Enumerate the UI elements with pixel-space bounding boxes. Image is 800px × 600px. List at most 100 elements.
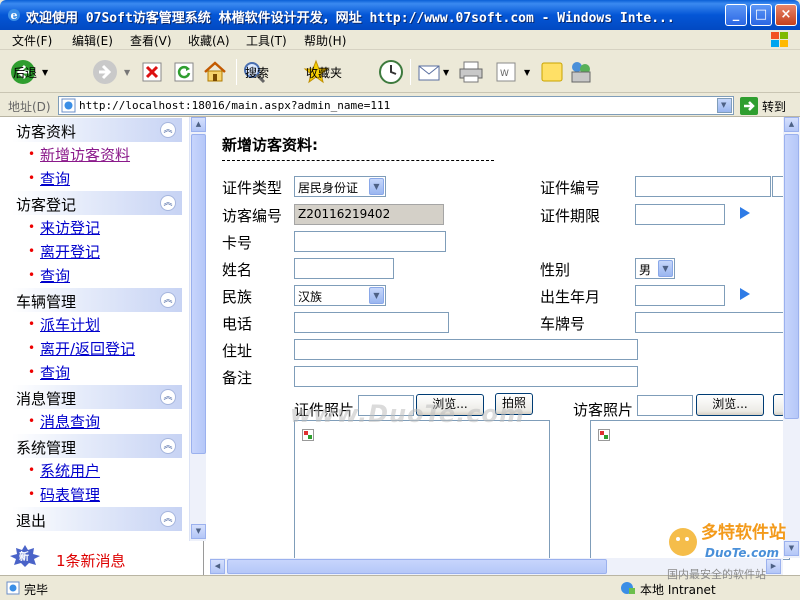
- sidebar-item-label[interactable]: 查询: [40, 265, 70, 286]
- history-button[interactable]: [378, 57, 404, 87]
- go-button[interactable]: 转到: [740, 97, 786, 115]
- sidebar-item-leave-return[interactable]: • 离开/返回登记: [12, 336, 182, 360]
- card-no-input[interactable]: [294, 231, 446, 252]
- sidebar-item-arrival[interactable]: • 来访登记: [12, 215, 182, 239]
- address-field-input[interactable]: [294, 339, 638, 360]
- address-input[interactable]: http://localhost:18016/main.aspx?admin_n…: [58, 96, 734, 115]
- collapse-icon[interactable]: ︽: [160, 438, 176, 454]
- section-title: 访客资料: [16, 123, 77, 141]
- id-no-label: 证件编号: [540, 179, 601, 197]
- mail-button[interactable]: ▼: [417, 57, 449, 87]
- scroll-thumb[interactable]: [191, 134, 206, 454]
- id-expiry-input[interactable]: [635, 204, 725, 225]
- menu-tools[interactable]: 工具(T): [246, 32, 287, 49]
- birth-input[interactable]: [635, 285, 725, 306]
- sidebar-section-vehicles[interactable]: 车辆管理 ︽: [12, 288, 182, 312]
- scroll-up-icon[interactable]: ▲: [191, 117, 206, 132]
- new-message-text[interactable]: 1条新消息: [56, 550, 126, 571]
- minimize-button[interactable]: _: [725, 4, 747, 26]
- remark-input[interactable]: [294, 366, 638, 387]
- sidebar-section-exit[interactable]: 退出 ︽: [12, 507, 182, 531]
- sidebar-item-departure[interactable]: • 离开登记: [12, 239, 182, 263]
- favorites-button[interactable]: 收藏夹: [303, 57, 342, 87]
- scroll-down-icon[interactable]: ▼: [784, 541, 799, 556]
- ethnicity-label: 民族: [222, 288, 253, 306]
- sidebar-item-label[interactable]: 派车计划: [40, 314, 100, 335]
- stop-button[interactable]: [141, 57, 163, 87]
- date-picker-icon[interactable]: [740, 288, 750, 300]
- ethnicity-select[interactable]: 汉族 ▼: [294, 285, 386, 306]
- collapse-icon[interactable]: ︽: [160, 195, 176, 211]
- scroll-down-icon[interactable]: ▼: [191, 524, 206, 539]
- visitor-photo-file-input[interactable]: [637, 395, 693, 416]
- scroll-right-icon[interactable]: ▶: [766, 559, 781, 574]
- menu-edit[interactable]: 编辑(E): [72, 32, 113, 49]
- refresh-button[interactable]: [173, 57, 195, 87]
- sidebar-item-label[interactable]: 来访登记: [40, 217, 100, 238]
- remark-label: 备注: [222, 369, 253, 387]
- back-button[interactable]: 后退 ▼: [10, 57, 48, 87]
- collapse-icon[interactable]: ︽: [160, 122, 176, 138]
- sidebar-item-label[interactable]: 离开/返回登记: [40, 338, 135, 359]
- address-dropdown-button[interactable]: ▼: [717, 98, 732, 113]
- sidebar-item-system-users[interactable]: • 系统用户: [12, 458, 182, 482]
- page-done-icon: [6, 581, 20, 595]
- phone-input[interactable]: [294, 312, 449, 333]
- sidebar-item-label[interactable]: 消息查询: [40, 411, 100, 432]
- date-picker-icon[interactable]: [740, 207, 750, 219]
- sidebar-item-label[interactable]: 系统用户: [40, 460, 100, 481]
- sidebar-item-add-visitor[interactable]: • 新增访客资料: [12, 142, 182, 166]
- gender-select[interactable]: 男 ▼: [635, 258, 675, 279]
- scroll-up-icon[interactable]: ▲: [784, 117, 799, 132]
- maximize-button[interactable]: □: [750, 4, 772, 26]
- sidebar-item-message-query[interactable]: • 消息查询: [12, 409, 182, 433]
- main-horizontal-scrollbar[interactable]: ◀ ▶: [210, 558, 783, 575]
- discuss-button[interactable]: [540, 57, 564, 87]
- collapse-icon[interactable]: ︽: [160, 292, 176, 308]
- messenger-button[interactable]: [568, 57, 594, 87]
- visitor-no-input[interactable]: Z20116219402: [294, 204, 444, 225]
- sidebar-item-label[interactable]: 离开登记: [40, 241, 100, 262]
- scroll-left-icon[interactable]: ◀: [210, 559, 225, 574]
- id-type-select[interactable]: 居民身份证 ▼: [294, 176, 386, 197]
- sidebar-item-registration-query[interactable]: • 查询: [12, 263, 182, 287]
- menu-file[interactable]: 文件(F): [12, 32, 52, 49]
- close-button[interactable]: ×: [775, 4, 797, 26]
- plate-input[interactable]: [635, 312, 785, 333]
- forward-button[interactable]: ▼: [92, 57, 130, 87]
- sidebar-item-label[interactable]: 新增访客资料: [40, 144, 130, 165]
- capture-button[interactable]: 拍照: [495, 393, 533, 415]
- sidebar-item-code-tables[interactable]: • 码表管理: [12, 482, 182, 506]
- search-button[interactable]: 搜索: [242, 57, 269, 87]
- sidebar-item-visitor-query[interactable]: • 查询: [12, 166, 182, 190]
- collapse-icon[interactable]: ︽: [160, 511, 176, 527]
- sidebar-item-label[interactable]: 码表管理: [40, 484, 100, 505]
- main-vertical-scrollbar[interactable]: ▲ ▼: [783, 117, 800, 558]
- id-no-input[interactable]: [635, 176, 771, 197]
- gender-label: 性别: [540, 261, 571, 279]
- name-input[interactable]: [294, 258, 394, 279]
- sidebar-section-visitor-registration[interactable]: 访客登记 ︽: [12, 191, 182, 215]
- scroll-thumb[interactable]: [784, 134, 799, 419]
- scroll-thumb[interactable]: [227, 559, 607, 574]
- visitor-photo-browse-button[interactable]: 浏览...: [696, 394, 764, 416]
- sidebar-item-label[interactable]: 查询: [40, 362, 70, 383]
- sidebar-item-label[interactable]: 查询: [40, 168, 70, 189]
- sidebar-scrollbar[interactable]: ▲ ▼: [189, 117, 206, 541]
- menu-help[interactable]: 帮助(H): [304, 32, 346, 49]
- sidebar-section-system[interactable]: 系统管理 ︽: [12, 434, 182, 458]
- menu-favorites[interactable]: 收藏(A): [188, 32, 230, 49]
- home-button[interactable]: [203, 57, 227, 87]
- id-photo-browse-button[interactable]: 浏览...: [416, 394, 484, 416]
- sidebar-item-dispatch-plan[interactable]: • 派车计划: [12, 312, 182, 336]
- id-photo-file-input[interactable]: [358, 395, 414, 416]
- windows-logo-icon: [771, 32, 788, 47]
- print-button[interactable]: [458, 57, 484, 87]
- sidebar-item-vehicle-query[interactable]: • 查询: [12, 360, 182, 384]
- sidebar-section-messages[interactable]: 消息管理 ︽: [12, 385, 182, 409]
- menu-view[interactable]: 查看(V): [130, 32, 172, 49]
- sidebar-section-visitor-info[interactable]: 访客资料 ︽: [12, 118, 182, 142]
- collapse-icon[interactable]: ︽: [160, 389, 176, 405]
- edit-button[interactable]: W ▼: [494, 57, 530, 87]
- new-message-notice[interactable]: 新 1条新消息: [8, 542, 188, 572]
